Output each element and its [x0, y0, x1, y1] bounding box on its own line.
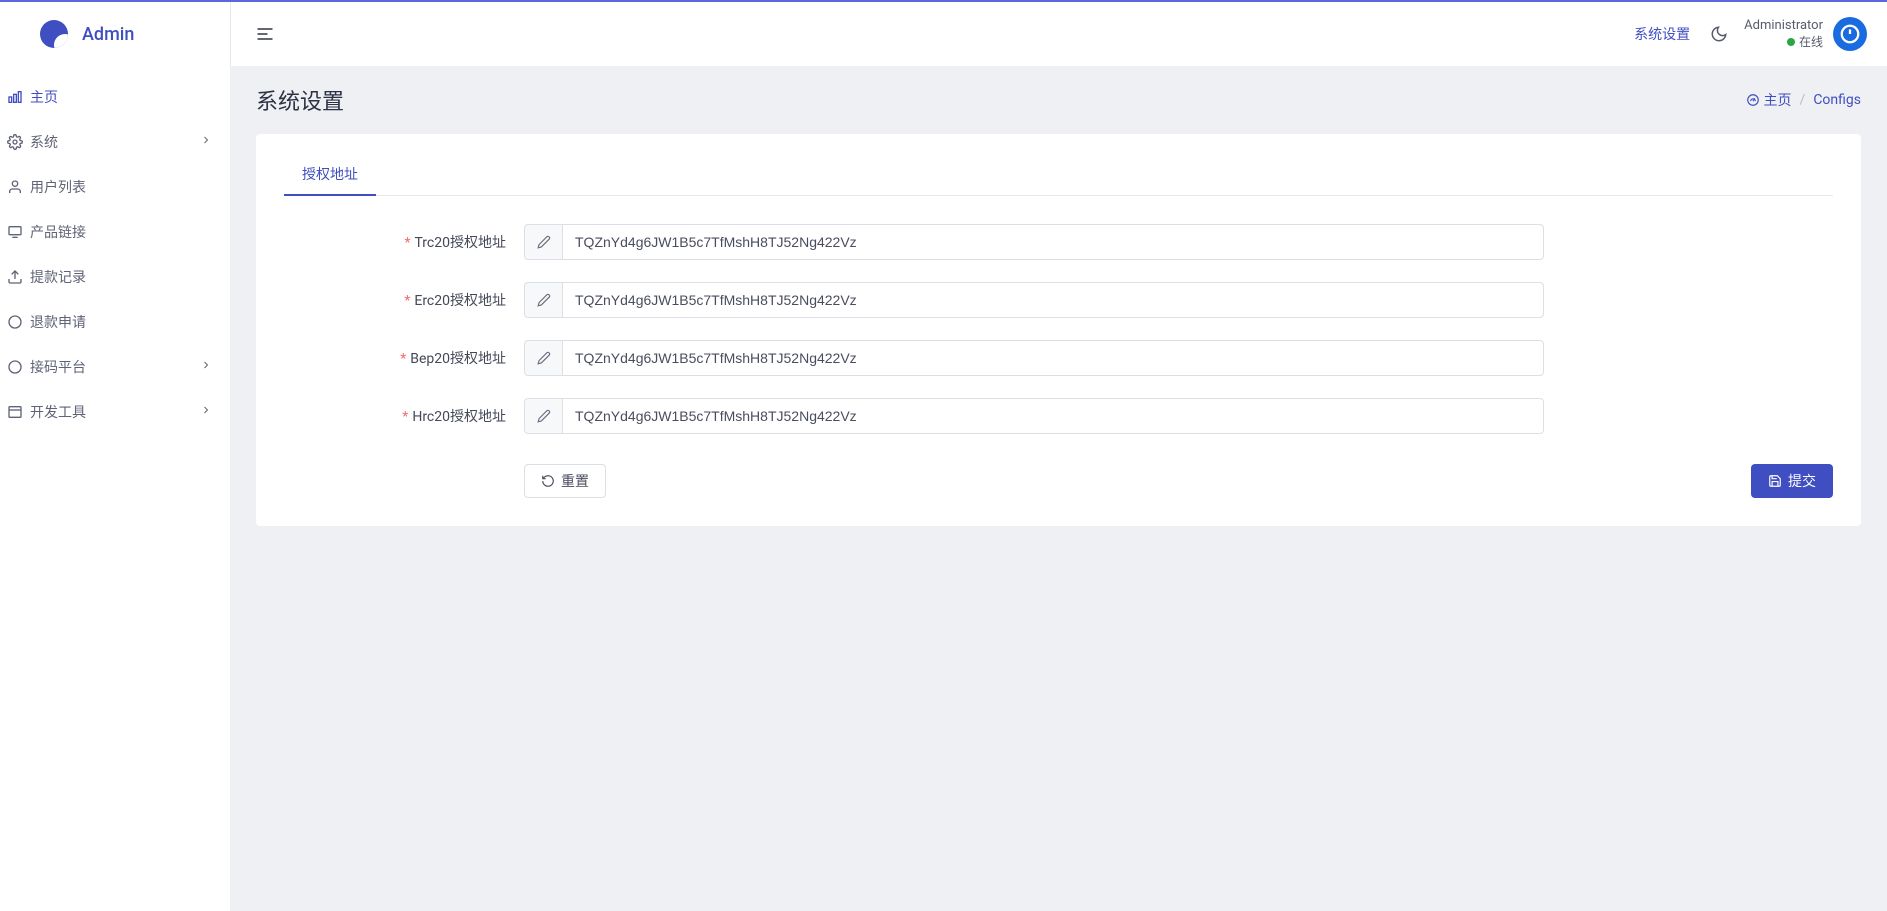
user-icon	[6, 178, 24, 196]
edit-icon	[524, 224, 562, 260]
submit-button[interactable]: 提交	[1751, 464, 1833, 498]
sidebar-item-label: 提款记录	[30, 267, 86, 287]
sidebar-item-label: 主页	[30, 87, 58, 107]
form-label: *Bep20授权地址	[284, 348, 524, 368]
sidebar-item-devtools[interactable]: 开发工具	[0, 389, 230, 434]
user-status: 在线	[1744, 33, 1823, 50]
edit-icon	[524, 282, 562, 318]
status-dot-online-icon	[1787, 38, 1795, 46]
circle-icon	[6, 313, 24, 331]
tab-bar: 授权地址	[284, 154, 1833, 196]
chart-bar-icon	[6, 88, 24, 106]
sidebar-item-system[interactable]: 系统	[0, 119, 230, 164]
undo-icon	[541, 474, 555, 488]
form-row-trc20: *Trc20授权地址	[284, 224, 1833, 260]
window-icon	[6, 403, 24, 421]
nav-tab-settings[interactable]: 系统设置	[1630, 24, 1694, 44]
sidebar-item-sms[interactable]: 接码平台	[0, 344, 230, 389]
gear-icon	[6, 133, 24, 151]
link-screen-icon	[6, 223, 24, 241]
form-label: *Trc20授权地址	[284, 232, 524, 252]
sidebar-item-refund[interactable]: 退款申请	[0, 299, 230, 344]
chevron-right-icon	[200, 359, 212, 375]
breadcrumb: 主页 / Configs	[1746, 90, 1861, 110]
settings-card: 授权地址 *Trc20授权地址 *Erc20授权地址	[256, 134, 1861, 526]
dashboard-icon	[1746, 93, 1760, 107]
chevron-right-icon	[200, 404, 212, 420]
form-row-bep20: *Bep20授权地址	[284, 340, 1833, 376]
sidebar-item-label: 退款申请	[30, 312, 86, 332]
breadcrumb-current[interactable]: Configs	[1813, 92, 1861, 108]
chevron-right-icon	[200, 134, 212, 150]
breadcrumb-separator: /	[1800, 92, 1806, 108]
sidebar-item-label: 用户列表	[30, 177, 86, 197]
edit-icon	[524, 398, 562, 434]
user-name: Administrator	[1744, 18, 1823, 33]
save-icon	[1768, 474, 1782, 488]
edit-icon	[524, 340, 562, 376]
user-menu[interactable]: Administrator 在线	[1744, 17, 1867, 51]
circle-icon	[6, 358, 24, 376]
sidebar-item-label: 系统	[30, 132, 58, 152]
brand-name: Admin	[82, 24, 134, 45]
sidebar-item-users[interactable]: 用户列表	[0, 164, 230, 209]
sidebar-item-product-link[interactable]: 产品链接	[0, 209, 230, 254]
upload-icon	[6, 268, 24, 286]
tab-auth-address[interactable]: 授权地址	[284, 154, 376, 196]
breadcrumb-home[interactable]: 主页	[1746, 90, 1792, 110]
form-row-erc20: *Erc20授权地址	[284, 282, 1833, 318]
sidebar-menu: 主页 系统 用户列表 产品链接 提款记录 退款申请	[0, 66, 230, 434]
reset-button[interactable]: 重置	[524, 464, 606, 498]
bep20-address-input[interactable]	[562, 340, 1544, 376]
sidebar: Admin 主页 系统 用户列表 产品链接 提款记录	[0, 2, 230, 911]
sidebar-item-label: 开发工具	[30, 402, 86, 422]
erc20-address-input[interactable]	[562, 282, 1544, 318]
page-title: 系统设置	[256, 84, 344, 116]
sidebar-item-home[interactable]: 主页	[0, 74, 230, 119]
sidebar-item-label: 接码平台	[30, 357, 86, 377]
sidebar-item-withdraw[interactable]: 提款记录	[0, 254, 230, 299]
logo-mark-icon	[40, 20, 68, 48]
menu-toggle-button[interactable]	[255, 24, 275, 44]
sidebar-item-label: 产品链接	[30, 222, 86, 242]
brand-logo[interactable]: Admin	[0, 2, 230, 66]
form-label: *Hrc20授权地址	[284, 406, 524, 426]
form-label: *Erc20授权地址	[284, 290, 524, 310]
trc20-address-input[interactable]	[562, 224, 1544, 260]
hrc20-address-input[interactable]	[562, 398, 1544, 434]
theme-toggle-button[interactable]	[1710, 25, 1728, 43]
form-row-hrc20: *Hrc20授权地址	[284, 398, 1833, 434]
avatar[interactable]	[1833, 17, 1867, 51]
top-navbar: 系统设置 Administrator 在线	[230, 2, 1887, 66]
